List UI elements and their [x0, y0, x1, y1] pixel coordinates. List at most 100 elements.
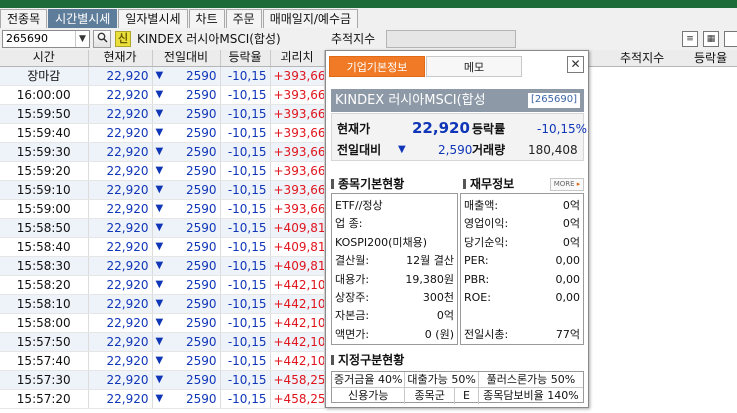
table-row[interactable]: 15:58:20 22,920 ▼ 2590 -10,15 +442,10	[0, 275, 325, 295]
cell-diff: ▼ 2590	[152, 161, 221, 181]
info-label: PER:	[464, 254, 489, 268]
info-row: PBR: 0,00	[464, 271, 580, 288]
price-value: 22,920	[412, 119, 470, 137]
search-button[interactable]	[93, 30, 111, 48]
info-value: 19,380원	[405, 272, 454, 286]
finance-info-title: 재무정보	[463, 177, 514, 191]
rate-label: 등락률	[472, 122, 506, 136]
table-row[interactable]: 15:59:50 22,920 ▼ 2590 -10,15 +393,66	[0, 104, 325, 124]
cell-disparity: +393,66	[270, 199, 325, 219]
header-disparity[interactable]: 괴리치	[270, 50, 325, 67]
close-button[interactable]: ✕	[567, 56, 584, 73]
info-value: 0 (원)	[424, 327, 454, 341]
info-value: 0,00	[555, 254, 581, 268]
grid-view-icon[interactable]: ▦	[703, 31, 719, 47]
table-row[interactable]: 15:58:00 22,920 ▼ 2590 -10,15 +442,10	[0, 313, 325, 333]
table-row[interactable]: 15:59:30 22,920 ▼ 2590 -10,15 +393,66	[0, 142, 325, 162]
cell-rate: -10,15	[220, 351, 271, 371]
header-time[interactable]: 시간	[0, 50, 89, 67]
table-row[interactable]: 15:59:00 22,920 ▼ 2590 -10,15 +393,66	[0, 199, 325, 219]
header-tracking-rate[interactable]: 등락율	[694, 50, 727, 66]
table-row[interactable]: 15:58:40 22,920 ▼ 2590 -10,15 +409,81	[0, 237, 325, 257]
more-arrow-icon: ▸	[576, 180, 581, 188]
cell-diff: ▼ 2590	[152, 389, 221, 409]
tab-company-info[interactable]: 기업기본정보	[329, 56, 425, 77]
volume-label: 거래량	[472, 143, 506, 157]
table-row[interactable]: 16:00:00 22,920 ▼ 2590 -10,15 +393,66	[0, 85, 325, 105]
header-price[interactable]: 현재가	[88, 50, 153, 67]
stock-group-value: E	[455, 388, 479, 404]
stock-code-input[interactable]: 265690 ▼	[2, 30, 90, 48]
cell-diff: ▼ 2590	[152, 275, 221, 295]
table-row[interactable]: 15:58:30 22,920 ▼ 2590 -10,15 +409,81	[0, 256, 325, 276]
cell-diff: ▼ 2590	[152, 351, 221, 371]
info-label: 대용가:	[335, 272, 370, 286]
table-row[interactable]: 15:58:10 22,920 ▼ 2590 -10,15 +442,10	[0, 294, 325, 314]
down-arrow-icon: ▼	[155, 297, 164, 309]
info-label: 당기순익:	[464, 235, 509, 249]
tab-chart[interactable]: 차트	[188, 9, 225, 28]
chevron-down-icon[interactable]: ▼	[75, 31, 89, 47]
header-diff[interactable]: 전일대비	[152, 50, 221, 67]
cell-rate: -10,15	[220, 218, 271, 238]
tab-order[interactable]: 주문	[225, 9, 262, 28]
cell-disparity: +393,66	[270, 123, 325, 143]
cell-disparity: +442,10	[270, 275, 325, 295]
table-row[interactable]: 15:59:20 22,920 ▼ 2590 -10,15 +393,66	[0, 161, 325, 181]
table-row[interactable]: 15:59:10 22,920 ▼ 2590 -10,15 +393,66	[0, 180, 325, 200]
more-button[interactable]: MORE ▸	[550, 178, 584, 191]
cell-time: 15:58:00	[0, 313, 89, 333]
info-label: 결산월:	[335, 254, 370, 268]
info-row: 전일시총: 77억	[464, 326, 580, 343]
down-arrow-icon: ▼	[155, 316, 164, 328]
quote-table: 시간 현재가 전일대비 등락율 괴리치 장마감 22,920 ▼ 2590 -10,15…	[0, 50, 325, 409]
table-row[interactable]: 15:58:50 22,920 ▼ 2590 -10,15 +409,81	[0, 218, 325, 238]
info-row: 대용가: 19,380원	[335, 271, 454, 288]
cell-rate: -10,15	[220, 370, 271, 390]
cell-disparity: +458,25	[270, 370, 325, 390]
tab-time-quotes[interactable]: 시간별시세	[48, 9, 118, 28]
cell-diff: ▼ 2590	[152, 218, 221, 238]
cell-diff: ▼ 2590	[152, 123, 221, 143]
down-arrow-icon: ▼	[155, 240, 164, 252]
cell-time: 15:59:50	[0, 104, 89, 124]
cell-rate: -10,15	[220, 199, 271, 219]
down-arrow-icon: ▼	[155, 88, 164, 100]
cell-diff: ▼ 2590	[152, 370, 221, 390]
designation-title: 지정구분현황	[331, 353, 404, 367]
header-rate[interactable]: 등락율	[220, 50, 271, 67]
info-row: ROE: 0,00	[464, 289, 580, 306]
cell-price: 22,920	[88, 294, 153, 314]
cell-time: 15:59:40	[0, 123, 89, 143]
header-tracking-index[interactable]: 추적지수	[620, 50, 664, 66]
toolbar: 265690 ▼ 신 KINDEX 러시아MSCI(합성) 추적지수 ≡ ▦	[0, 28, 737, 50]
list-view-icon[interactable]: ≡	[682, 31, 698, 47]
cell-disparity: +409,81	[270, 237, 325, 257]
cell-price: 22,920	[88, 237, 153, 257]
tab-daily-quotes[interactable]: 일자별시세	[118, 9, 188, 28]
table-row[interactable]: 장마감 22,920 ▼ 2590 -10,15 +393,66	[0, 66, 325, 86]
collateral-ratio: 종목담보비율 140%	[483, 389, 579, 402]
table-row[interactable]: 15:59:40 22,920 ▼ 2590 -10,15 +393,66	[0, 123, 325, 143]
table-row[interactable]: 15:57:20 22,920 ▼ 2590 -10,15 +458,25	[0, 389, 325, 409]
cell-disparity: +393,66	[270, 161, 325, 181]
window-icon[interactable]	[724, 31, 737, 47]
down-arrow-icon: ▼	[155, 164, 164, 176]
info-value: 77억	[555, 327, 580, 341]
cell-rate: -10,15	[220, 180, 271, 200]
table-row[interactable]: 15:57:40 22,920 ▼ 2590 -10,15 +442,10	[0, 351, 325, 371]
cell-diff: ▼ 2590	[152, 294, 221, 314]
cell-price: 22,920	[88, 199, 153, 219]
table-row[interactable]: 15:57:50 22,920 ▼ 2590 -10,15 +442,10	[0, 332, 325, 352]
tab-journal-deposit[interactable]: 매매일지/예수금	[262, 9, 359, 28]
tab-all-stocks[interactable]: 전종목	[0, 9, 48, 28]
designation-table: 증거금율 40% 대출가능 50% 풀러스론가능 50% 신용가능 종목군 E …	[331, 371, 584, 404]
cell-time: 15:57:40	[0, 351, 89, 371]
info-value: 0,00	[555, 291, 581, 304]
cell-price: 22,920	[88, 389, 153, 409]
info-label: 상장주:	[335, 291, 370, 304]
cell-price: 22,920	[88, 332, 153, 352]
table-row[interactable]: 15:57:30 22,920 ▼ 2590 -10,15 +458,25	[0, 370, 325, 390]
tab-memo[interactable]: 메모	[426, 56, 522, 77]
info-label: 자본금:	[335, 309, 370, 323]
